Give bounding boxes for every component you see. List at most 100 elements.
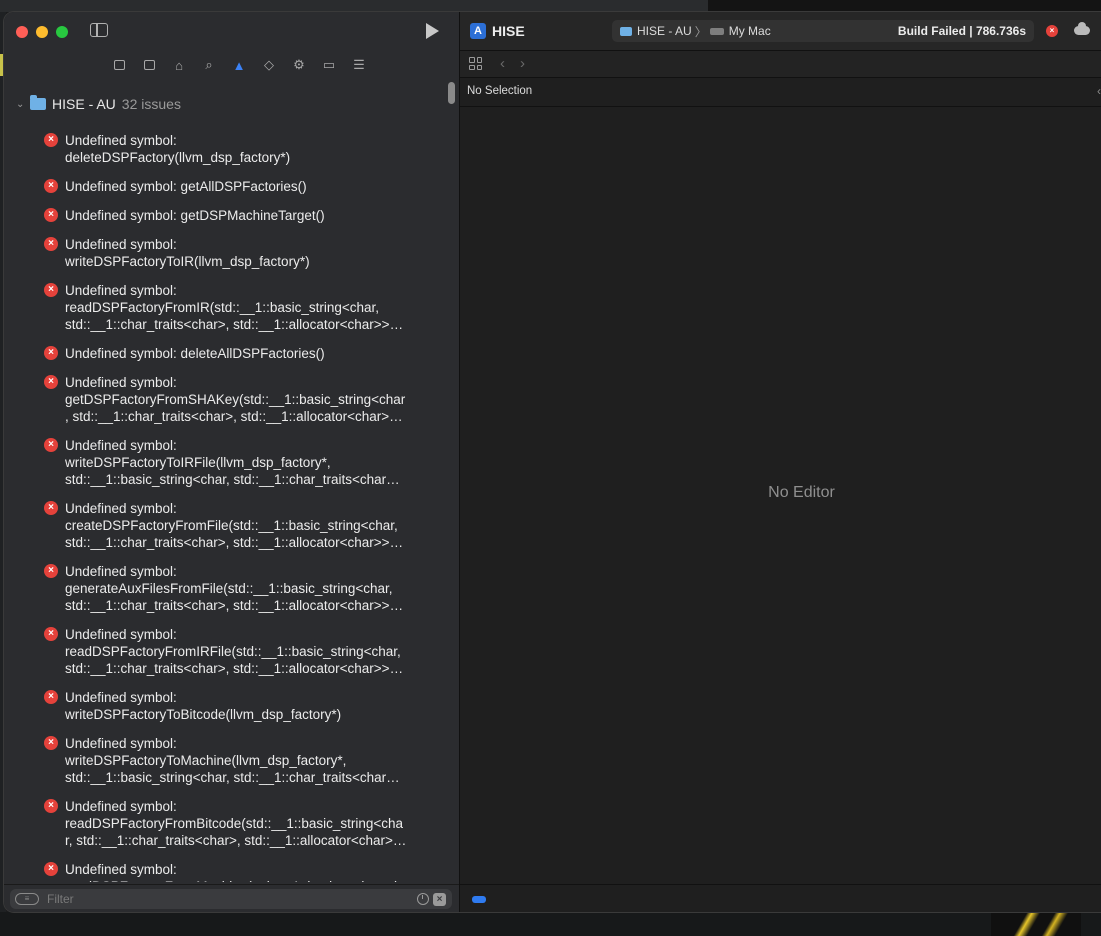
app-title: HISE xyxy=(492,23,525,39)
error-icon: × xyxy=(44,208,58,222)
build-duration: | 786.736s xyxy=(965,24,1026,38)
issue-row[interactable]: × Undefined symbol: writeDSPFactoryToMac… xyxy=(44,735,434,786)
chevron-down-icon[interactable]: ⌄ xyxy=(16,99,26,110)
issue-row[interactable]: × Undefined symbol: readDSPFactoryFromIR… xyxy=(44,626,434,677)
cloud-icon[interactable] xyxy=(1074,22,1090,35)
folder-icon xyxy=(30,95,46,110)
sidebar-toggle-icon[interactable] xyxy=(90,23,108,37)
error-icon: × xyxy=(44,237,58,251)
filter-input[interactable] xyxy=(45,891,417,907)
close-window-button[interactable] xyxy=(16,26,28,38)
build-error-icon[interactable]: × xyxy=(1046,25,1058,37)
error-icon: × xyxy=(44,283,58,297)
issue-row[interactable]: × Undefined symbol: getDSPFactoryFromSHA… xyxy=(44,374,434,425)
navigator-tabs: ⌂ ⌕ ▲ ◇ ⚙ ▭ ☰ xyxy=(104,56,374,74)
folder-icon[interactable] xyxy=(104,56,134,74)
issue-message: Undefined symbol: getAllDSPFactories() xyxy=(65,179,307,194)
activity-bar[interactable]: HISE - AU 〉 My Mac Build Failed | 786.73… xyxy=(612,20,1034,42)
mac-icon xyxy=(709,27,724,35)
issue-message: Undefined symbol: getDSPFactoryFromSHAKe… xyxy=(65,375,406,424)
window-toolbar: A HISE HISE - AU 〉 My Mac Build Failed |… xyxy=(460,12,1101,51)
error-icon: × xyxy=(44,346,58,360)
test-icon[interactable]: ◇ xyxy=(254,56,284,74)
back-icon[interactable]: ‹ xyxy=(500,55,505,72)
issue-count: 32 issues xyxy=(121,96,181,112)
navigator-sidebar: ⌂ ⌕ ▲ ◇ ⚙ ▭ ☰ ⌄ HISE - AU 32 issues × Un… xyxy=(4,12,460,912)
jump-bar: ‹ › xyxy=(460,51,1101,78)
symbol-icon[interactable]: ⌂ xyxy=(164,56,194,74)
issue-row[interactable]: × Undefined symbol: getAllDSPFactories() xyxy=(44,178,434,195)
issue-message: Undefined symbol: deleteDSPFactory(llvm_… xyxy=(65,133,291,165)
report-icon[interactable]: ☰ xyxy=(344,56,374,74)
error-icon: × xyxy=(44,133,58,147)
build-status-label: Build Failed xyxy=(897,24,966,38)
search-icon[interactable]: ⌕ xyxy=(194,56,224,74)
scheme-selector[interactable]: HISE - AU xyxy=(637,24,692,38)
issue-message: Undefined symbol: readDSPFactoryFromIR(s… xyxy=(65,283,404,332)
path-bar: No Selection ‹ xyxy=(460,78,1101,107)
xcode-window: ⌂ ⌕ ▲ ◇ ⚙ ▭ ☰ ⌄ HISE - AU 32 issues × Un… xyxy=(4,12,1101,912)
issue-message: Undefined symbol: readDSPFactoryFromIRFi… xyxy=(65,627,404,676)
editor-area: A HISE HISE - AU 〉 My Mac Build Failed |… xyxy=(460,12,1101,912)
debug-area-bar xyxy=(460,884,1101,912)
issue-message: Undefined symbol: getDSPMachineTarget() xyxy=(65,208,325,223)
issue-row[interactable]: × Undefined symbol: writeDSPFactoryToIRF… xyxy=(44,437,434,488)
issue-row[interactable]: × Undefined symbol: createDSPFactoryFrom… xyxy=(44,500,434,551)
issue-message: Undefined symbol: createDSPFactoryFromFi… xyxy=(65,501,404,550)
debug-icon[interactable]: ⚙ xyxy=(284,56,314,74)
chevron-left-icon[interactable]: ‹ xyxy=(1097,84,1101,98)
error-icon: × xyxy=(44,627,58,641)
error-filter-icon[interactable]: × xyxy=(433,892,446,906)
issue-row[interactable]: × Undefined symbol: writeDSPFactoryToBit… xyxy=(44,689,434,723)
issue-row[interactable]: × Undefined symbol: deleteDSPFactory(llv… xyxy=(44,132,434,166)
issue-row[interactable]: × Undefined symbol: deleteAllDSPFactorie… xyxy=(44,345,434,362)
build-status: Build Failed | 786.736s xyxy=(898,24,1026,38)
error-icon: × xyxy=(44,736,58,750)
source-control-icon[interactable] xyxy=(134,56,164,74)
issue-row[interactable]: × Undefined symbol: writeDSPFactoryToIR(… xyxy=(44,236,434,270)
filter-options-icon[interactable]: ≡ xyxy=(15,893,39,905)
issue-message: Undefined symbol: writeDSPFactoryToBitco… xyxy=(65,690,342,722)
issue-message: Undefined symbol: readDSPFactoryFromMach… xyxy=(65,862,402,882)
desktop-wallpaper-fragment xyxy=(991,912,1081,936)
issues-scrollbar[interactable] xyxy=(448,82,455,104)
run-button[interactable] xyxy=(426,23,439,39)
filter-field: ≡ × xyxy=(10,889,452,909)
filter-bar: ≡ × xyxy=(4,884,459,912)
chevron-right-icon: 〉 xyxy=(694,24,707,39)
error-icon: × xyxy=(44,690,58,704)
related-items-icon[interactable] xyxy=(469,57,482,70)
zoom-window-button[interactable] xyxy=(56,26,68,38)
issue-row[interactable]: × Undefined symbol: readDSPFactoryFromBi… xyxy=(44,798,434,849)
error-icon: × xyxy=(44,179,58,193)
error-icon: × xyxy=(44,799,58,813)
project-name: HISE - AU xyxy=(52,96,116,112)
window-titlebar xyxy=(4,12,459,50)
no-editor-placeholder: No Editor xyxy=(768,484,835,501)
selection-label: No Selection xyxy=(467,85,533,97)
issue-message: Undefined symbol: writeDSPFactoryToIRFil… xyxy=(65,438,400,487)
destination-selector[interactable]: My Mac xyxy=(729,24,771,38)
issue-row[interactable]: × Undefined symbol: readDSPFactoryFromMa… xyxy=(44,861,434,882)
issue-message: Undefined symbol: readDSPFactoryFromBitc… xyxy=(65,799,407,848)
desktop-background-bottom xyxy=(0,912,1101,936)
error-icon: × xyxy=(44,375,58,389)
issue-message: Undefined symbol: writeDSPFactoryToMachi… xyxy=(65,736,400,785)
error-icon: × xyxy=(44,501,58,515)
breakpoint-icon[interactable]: ▭ xyxy=(314,56,344,74)
minimize-window-button[interactable] xyxy=(36,26,48,38)
warning-icon[interactable]: ▲ xyxy=(224,56,254,74)
app-icon: A xyxy=(470,23,486,39)
issue-message: Undefined symbol: writeDSPFactoryToIR(ll… xyxy=(65,237,310,269)
folder-icon xyxy=(620,26,632,36)
issue-row[interactable]: × Undefined symbol: readDSPFactoryFromIR… xyxy=(44,282,434,333)
issue-row[interactable]: × Undefined symbol: generateAuxFilesFrom… xyxy=(44,563,434,614)
issue-row[interactable]: × Undefined symbol: getDSPMachineTarget(… xyxy=(44,207,434,224)
recent-filter-icon[interactable] xyxy=(417,893,429,905)
error-icon: × xyxy=(44,564,58,578)
forward-icon[interactable]: › xyxy=(520,55,525,72)
debug-area-toggle-icon[interactable] xyxy=(472,896,486,903)
error-icon: × xyxy=(44,862,58,876)
project-group-row[interactable]: ⌄ HISE - AU 32 issues xyxy=(16,94,181,114)
issues-list: ⌄ HISE - AU 32 issues × Undefined symbol… xyxy=(4,92,444,882)
